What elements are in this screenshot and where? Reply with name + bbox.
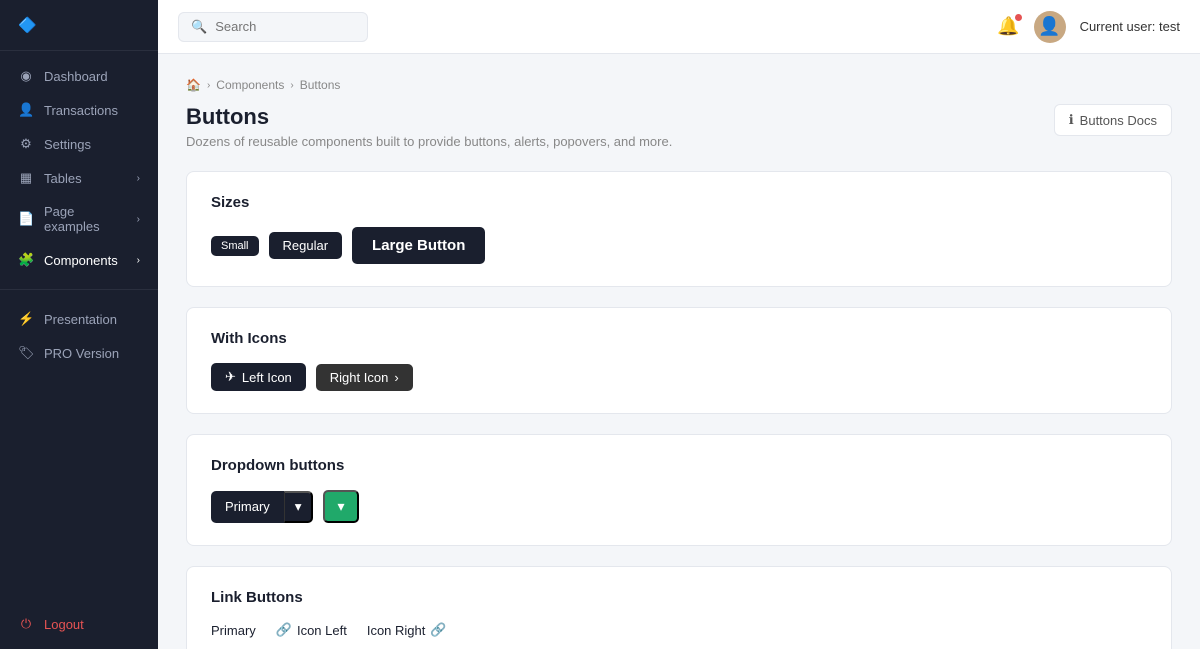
page-examples-icon: 📄 xyxy=(18,211,34,227)
chevron-right-icon: › xyxy=(137,255,140,266)
sidebar-item-page-examples[interactable]: 📄 Page examples › xyxy=(0,195,158,243)
link-icon-right-label: Icon Right xyxy=(367,623,426,638)
breadcrumb: 🏠 › Components › Buttons xyxy=(186,78,1172,92)
info-icon: ℹ xyxy=(1069,112,1074,128)
chevron-right-icon: › xyxy=(137,214,140,225)
right-icon-button[interactable]: Right Icon › xyxy=(316,364,413,391)
left-icon-button[interactable]: ✈ Left Icon xyxy=(211,363,306,391)
sidebar-item-label: Tables xyxy=(44,171,82,186)
small-button-label: Small xyxy=(221,240,249,252)
sidebar-divider xyxy=(0,289,158,290)
green-dropdown-icon: ▾ xyxy=(337,498,344,514)
dropdown-button-row: Primary ▾ ▾ xyxy=(211,490,1147,523)
sidebar-item-transactions[interactable]: 👤 Transactions xyxy=(0,93,158,127)
sidebar-item-label: Settings xyxy=(44,137,91,152)
link-icon-left-button[interactable]: 🔗 Icon Left xyxy=(276,622,347,638)
with-icons-title: With Icons xyxy=(211,330,1147,347)
size-large-button[interactable]: Large Button xyxy=(352,227,485,264)
dropdown-green-button[interactable]: ▾ xyxy=(323,490,358,523)
arrow-right-icon: › xyxy=(394,370,398,385)
dropdown-group: Primary ▾ xyxy=(211,491,313,523)
with-icons-section: With Icons ✈ Left Icon Right Icon › xyxy=(186,307,1172,414)
sidebar-item-tables[interactable]: ▦ Tables › xyxy=(0,161,158,195)
sidebar-item-dashboard[interactable]: ◉ Dashboard xyxy=(0,59,158,93)
sidebar-item-settings[interactable]: ⚙ Settings xyxy=(0,127,158,161)
right-icon-label: Right Icon xyxy=(330,370,389,385)
search-box[interactable]: 🔍 xyxy=(178,12,368,42)
docs-button[interactable]: ℹ Buttons Docs xyxy=(1054,104,1172,136)
settings-icon: ⚙ xyxy=(18,136,34,152)
page-title-block: Buttons Dozens of reusable components bu… xyxy=(186,104,672,149)
dropdown-section: Dropdown buttons Primary ▾ ▾ xyxy=(186,434,1172,546)
breadcrumb-components[interactable]: Components xyxy=(216,78,284,92)
size-regular-button[interactable]: Regular xyxy=(269,232,343,259)
large-button-label: Large Button xyxy=(372,237,465,254)
pro-version-icon: 🏷 xyxy=(18,345,34,361)
dropdown-primary-label: Primary xyxy=(225,499,270,514)
sidebar-item-label: Dashboard xyxy=(44,69,108,84)
link-icon: 🔗 xyxy=(276,622,292,638)
header: 🔍 🔔 👤 Current user: test xyxy=(158,0,1200,54)
sizes-title: Sizes xyxy=(211,194,1147,211)
link-buttons-title: Link Buttons xyxy=(211,589,1147,606)
breadcrumb-sep: › xyxy=(290,80,293,91)
presentation-icon: ⚡ xyxy=(18,311,34,327)
size-small-button[interactable]: Small xyxy=(211,236,259,256)
page-subtitle: Dozens of reusable components built to p… xyxy=(186,134,672,149)
docs-button-label: Buttons Docs xyxy=(1080,113,1157,128)
dropdown-caret-button[interactable]: ▾ xyxy=(284,491,314,523)
sidebar-item-logout[interactable]: ⏻ Logout xyxy=(0,607,158,641)
caret-down-icon: ▾ xyxy=(295,499,302,514)
sidebar-bottom: ⏻ Logout xyxy=(0,599,158,649)
notifications-button[interactable]: 🔔 xyxy=(997,16,1019,37)
icons-button-row: ✈ Left Icon Right Icon › xyxy=(211,363,1147,391)
sidebar-item-label: Page examples xyxy=(44,204,127,234)
send-icon: ✈ xyxy=(225,369,236,385)
link-icon-right-button[interactable]: Icon Right 🔗 xyxy=(367,622,447,638)
components-icon: 🧩 xyxy=(18,252,34,268)
chevron-right-icon: › xyxy=(137,173,140,184)
search-input[interactable] xyxy=(215,19,355,34)
sidebar-logo: 🔷 xyxy=(0,0,158,51)
sizes-section: Sizes Small Regular Large Button xyxy=(186,171,1172,287)
link-icon-left-label: Icon Left xyxy=(297,623,347,638)
link-buttons-row: Primary 🔗 Icon Left Icon Right 🔗 xyxy=(211,622,1147,638)
link-icon-right: 🔗 xyxy=(430,622,446,638)
tables-icon: ▦ xyxy=(18,170,34,186)
sidebar-item-label: PRO Version xyxy=(44,346,119,361)
avatar: 👤 xyxy=(1034,11,1066,43)
page-title: Buttons xyxy=(186,104,672,130)
sidebar-item-presentation[interactable]: ⚡ Presentation xyxy=(0,302,158,336)
main-area: 🔍 🔔 👤 Current user: test 🏠 › Components … xyxy=(158,0,1200,649)
user-label: Current user: test xyxy=(1080,19,1180,34)
dropdown-title: Dropdown buttons xyxy=(211,457,1147,474)
logo-icon: 🔷 xyxy=(18,16,37,34)
regular-button-label: Regular xyxy=(283,238,329,253)
sidebar-navigation: ◉ Dashboard 👤 Transactions ⚙ Settings ▦ … xyxy=(0,51,158,599)
home-icon[interactable]: 🏠 xyxy=(186,78,201,92)
sidebar-item-pro-version[interactable]: 🏷 PRO Version xyxy=(0,336,158,370)
link-buttons-section: Link Buttons Primary 🔗 Icon Left Icon Ri… xyxy=(186,566,1172,649)
search-icon: 🔍 xyxy=(191,19,207,35)
sidebar-item-label: Components xyxy=(44,253,118,268)
dropdown-primary-button[interactable]: Primary xyxy=(211,491,284,523)
breadcrumb-current: Buttons xyxy=(300,78,341,92)
content-area: 🏠 › Components › Buttons Buttons Dozens … xyxy=(158,54,1200,649)
left-icon-label: Left Icon xyxy=(242,370,292,385)
sidebar-item-components[interactable]: 🧩 Components › xyxy=(0,243,158,277)
link-primary-button[interactable]: Primary xyxy=(211,623,256,638)
notification-dot xyxy=(1015,14,1022,21)
sidebar-item-label: Presentation xyxy=(44,312,117,327)
page-header: Buttons Dozens of reusable components bu… xyxy=(186,104,1172,149)
logout-label: Logout xyxy=(44,617,84,632)
link-primary-label: Primary xyxy=(211,623,256,638)
sizes-button-row: Small Regular Large Button xyxy=(211,227,1147,264)
sidebar-item-label: Transactions xyxy=(44,103,118,118)
transactions-icon: 👤 xyxy=(18,102,34,118)
dashboard-icon: ◉ xyxy=(18,68,34,84)
sidebar: 🔷 ◉ Dashboard 👤 Transactions ⚙ Settings … xyxy=(0,0,158,649)
logout-icon: ⏻ xyxy=(18,616,34,632)
breadcrumb-sep: › xyxy=(207,80,210,91)
header-right: 🔔 👤 Current user: test xyxy=(997,11,1180,43)
